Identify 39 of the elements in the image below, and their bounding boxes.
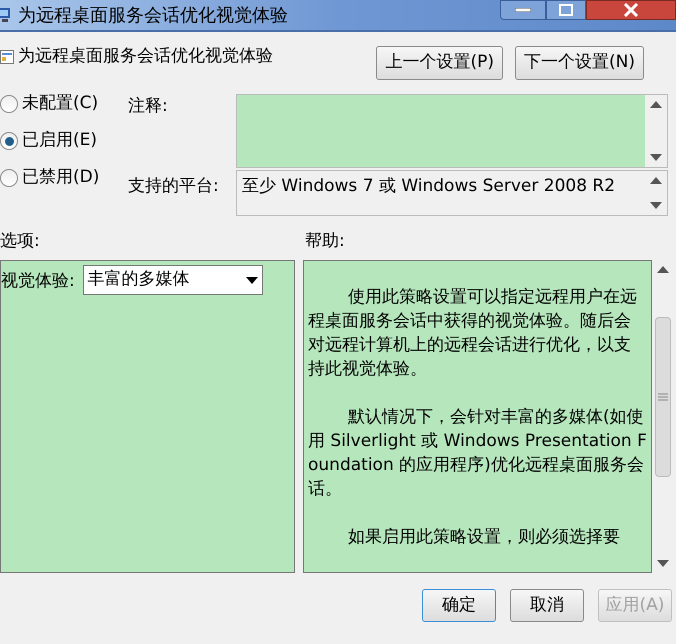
comment-field[interactable]: [236, 94, 668, 168]
setting-label: 视觉体验:: [1, 270, 75, 293]
close-icon: [623, 3, 639, 17]
radio-button[interactable]: [0, 95, 18, 113]
help-paragraph: 如果启用此策略设置，则必须选择要: [347, 526, 621, 549]
maximize-icon: [559, 4, 573, 16]
nav-button[interactable]: 上一个设置(P): [376, 46, 504, 80]
dialog-button[interactable]: 确定: [422, 589, 496, 622]
scroll-up-icon[interactable]: [657, 266, 669, 273]
visual-experience-dropdown[interactable]: 丰富的多媒体: [82, 265, 263, 295]
scroll-down-icon[interactable]: [650, 202, 662, 209]
minimize-button[interactable]: [500, 0, 546, 20]
help-label: 帮助:: [305, 230, 345, 254]
radio-button[interactable]: [0, 169, 18, 187]
nav-button[interactable]: 下一个设置(N): [515, 46, 644, 80]
dialog-button[interactable]: 取消: [510, 589, 584, 622]
platform-label: 支持的平台:: [128, 175, 220, 198]
settings-icon: [0, 50, 14, 64]
close-button[interactable]: [586, 0, 676, 20]
monitor-icon: [0, 6, 12, 24]
window-title: 为远程桌面服务会话优化视觉体验: [18, 4, 288, 28]
maximize-button[interactable]: [546, 0, 586, 20]
scroll-thumb[interactable]: [655, 316, 671, 476]
scroll-up-icon[interactable]: [650, 177, 662, 184]
scroll-up-icon[interactable]: [650, 101, 662, 108]
scroll-down-icon[interactable]: [657, 560, 669, 567]
policy-title: 为远程桌面服务会话优化视觉体验: [18, 45, 273, 68]
platform-text: 至少 Windows 7 或 Windows Server 2008 R2: [241, 175, 616, 198]
options-label: 选项:: [0, 230, 41, 254]
help-paragraph: 使用此策略设置可以指定远程用户在远程桌面服务会话中获得的视觉体验。随后会对远程计算机上的远程会话进行优化，以支持此视觉体验。: [308, 286, 638, 381]
minimize-icon: [515, 8, 531, 12]
dropdown-arrow-icon: [246, 276, 258, 284]
help-paragraph: 默认情况下，会针对丰富的多媒体(如使用 Silverlight 或 Windows Presentation Foundation 的应用程序)优化远程桌面服务会话。: [308, 406, 647, 501]
radio-button[interactable]: [0, 132, 18, 150]
radio-label: 已禁用(D): [22, 166, 100, 190]
radio-label: 已启用(E): [22, 129, 98, 152]
radio-label: 未配置(C): [22, 92, 98, 116]
comment-label: 注释:: [128, 95, 169, 118]
scroll-down-icon[interactable]: [650, 154, 662, 161]
